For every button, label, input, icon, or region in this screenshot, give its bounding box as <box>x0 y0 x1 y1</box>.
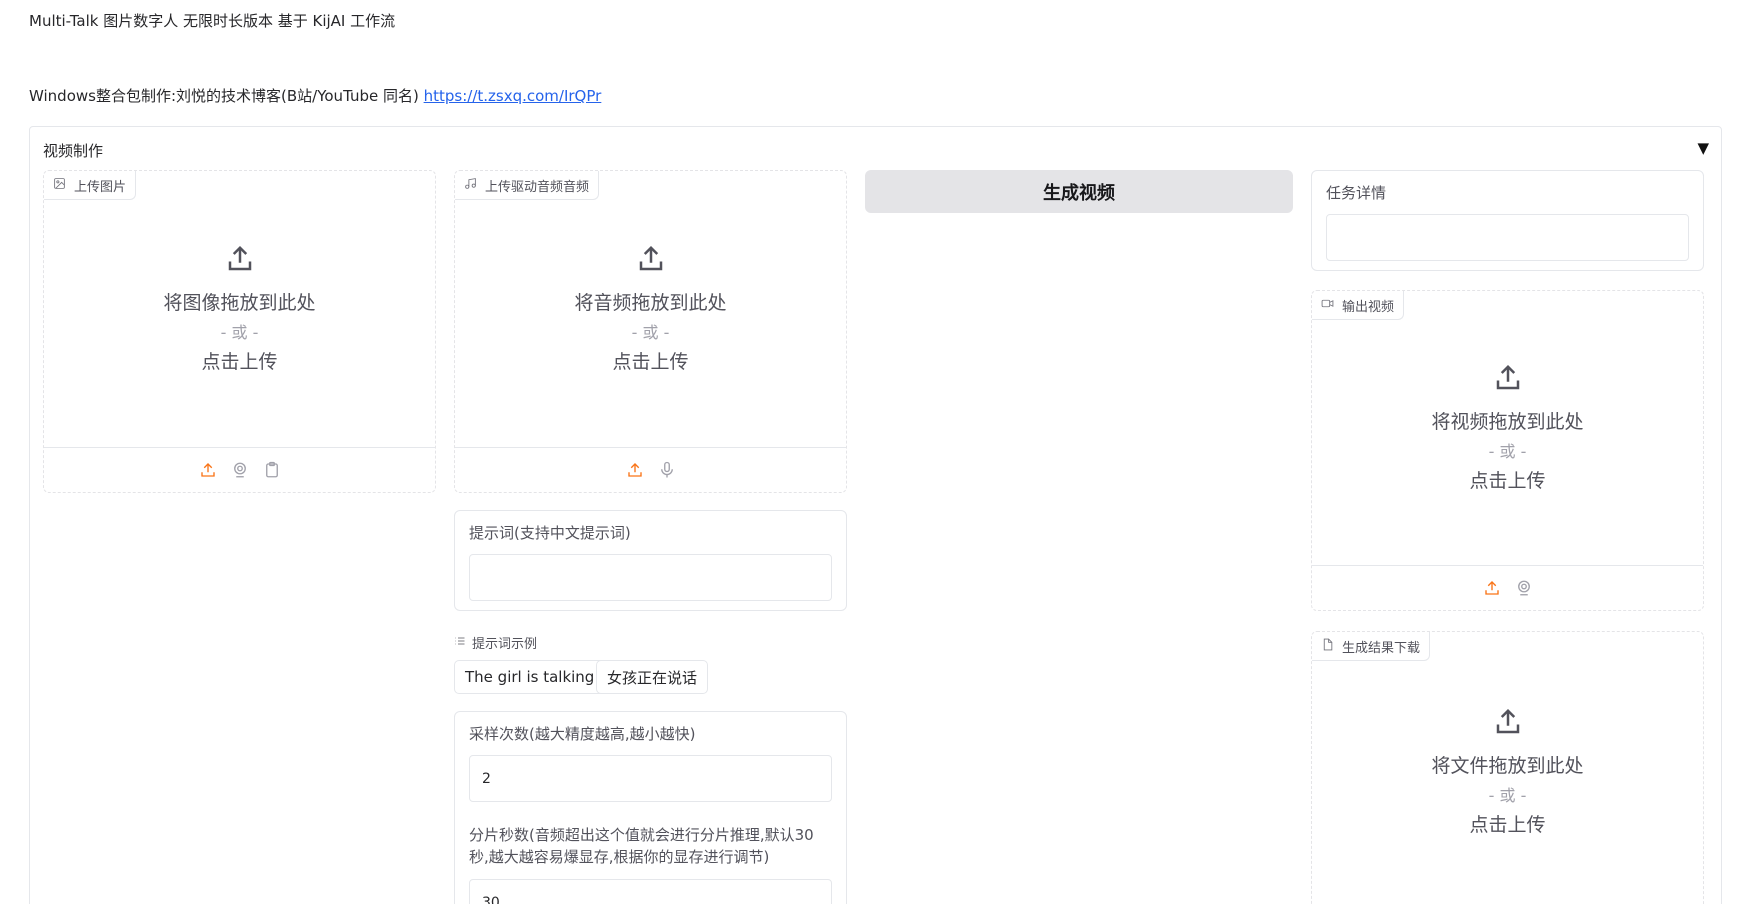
credit-line: Windows整合包制作:刘悦的技术博客(B站/YouTube 同名) http… <box>29 85 601 106</box>
steps-label: 采样次数(越大精度越高,越小越快) <box>469 725 696 743</box>
output-video-block[interactable]: 输出视频 将视频拖放到此处 - 或 - 点击上传 <box>1311 290 1704 611</box>
audio-upload-block[interactable]: 上传驱动音频音频 将音频拖放到此处 - 或 - 点击上传 <box>454 170 847 493</box>
image-upload-block[interactable]: 上传图片 将图像拖放到此处 - 或 - 点击上传 <box>43 170 436 493</box>
image-click-text: 点击上传 <box>201 351 278 373</box>
upload-icon[interactable] <box>198 460 218 480</box>
download-dropzone[interactable]: 将文件拖放到此处 - 或 - 点击上传 <box>1312 672 1703 872</box>
list-icon <box>454 635 466 651</box>
chunk-seconds-label: 分片秒数(音频超出这个值就会进行分片推理,默认30秒,越大越容易爆显存,根据你的… <box>469 826 814 866</box>
prompt-input[interactable] <box>469 554 832 601</box>
file-drop-text: 将文件拖放到此处 <box>1431 755 1584 777</box>
audio-dropzone[interactable]: 将音频拖放到此处 - 或 - 点击上传 <box>455 171 846 447</box>
upload-icon[interactable] <box>625 460 645 480</box>
examples-label: 提示词示例 <box>454 633 537 652</box>
example-button[interactable]: 女孩正在说话 <box>596 660 709 694</box>
audio-click-text: 点击上传 <box>612 351 689 373</box>
page-title: Multi-Talk 图片数字人 无限时长版本 基于 KijAI 工作流 <box>29 12 396 30</box>
image-or-text: - 或 - <box>220 323 259 342</box>
webcam-icon[interactable] <box>230 460 250 480</box>
audio-drop-text: 将音频拖放到此处 <box>574 292 727 314</box>
upload-arrow-icon <box>225 244 255 278</box>
video-source-bar <box>1312 565 1703 610</box>
file-or-text: - 或 - <box>1488 786 1527 805</box>
upload-icon[interactable] <box>1482 578 1502 598</box>
download-label: 生成结果下载 <box>1312 632 1431 661</box>
chunk-seconds-input[interactable]: 30 <box>469 879 832 904</box>
credit-text: Windows整合包制作:刘悦的技术博客(B站/YouTube 同名) <box>29 87 419 105</box>
output-video-dropzone[interactable]: 将视频拖放到此处 - 或 - 点击上传 <box>1312 291 1703 565</box>
settings-block: 采样次数(越大精度越高,越小越快) 2 分片秒数(音频超出这个值就会进行分片推理… <box>454 711 847 904</box>
video-or-text: - 或 - <box>1488 442 1527 461</box>
example-button[interactable]: The girl is talking <box>454 660 606 694</box>
download-block[interactable]: 生成结果下载 将文件拖放到此处 - 或 - 点击上传 <box>1311 631 1704 904</box>
accordion-toggle-icon[interactable]: ▼ <box>1697 139 1709 157</box>
upload-arrow-icon <box>1493 363 1523 397</box>
upload-arrow-icon <box>636 244 666 278</box>
image-drop-text: 将图像拖放到此处 <box>163 292 316 314</box>
accordion-label[interactable]: 视频制作 <box>43 140 103 161</box>
video-click-text: 点击上传 <box>1469 470 1546 492</box>
prompt-block: 提示词(支持中文提示词) <box>454 510 847 611</box>
task-details-label: 任务详情 <box>1326 184 1387 202</box>
upload-arrow-icon <box>1493 707 1523 741</box>
microphone-icon[interactable] <box>657 460 677 480</box>
generate-video-button[interactable]: 生成视频 <box>865 170 1293 213</box>
webcam-icon[interactable] <box>1514 578 1534 598</box>
file-click-text: 点击上传 <box>1469 814 1546 836</box>
clipboard-icon[interactable] <box>262 460 282 480</box>
file-icon <box>1321 638 1334 655</box>
image-source-bar <box>44 447 435 492</box>
steps-input[interactable]: 2 <box>469 755 832 802</box>
audio-or-text: - 或 - <box>631 323 670 342</box>
prompt-label: 提示词(支持中文提示词) <box>469 524 631 542</box>
task-details-output <box>1326 214 1689 261</box>
credit-link[interactable]: https://t.zsxq.com/IrQPr <box>424 87 602 105</box>
image-dropzone[interactable]: 将图像拖放到此处 - 或 - 点击上传 <box>44 171 435 447</box>
video-drop-text: 将视频拖放到此处 <box>1431 411 1584 433</box>
audio-source-bar <box>455 447 846 492</box>
task-details-block: 任务详情 <box>1311 170 1704 271</box>
